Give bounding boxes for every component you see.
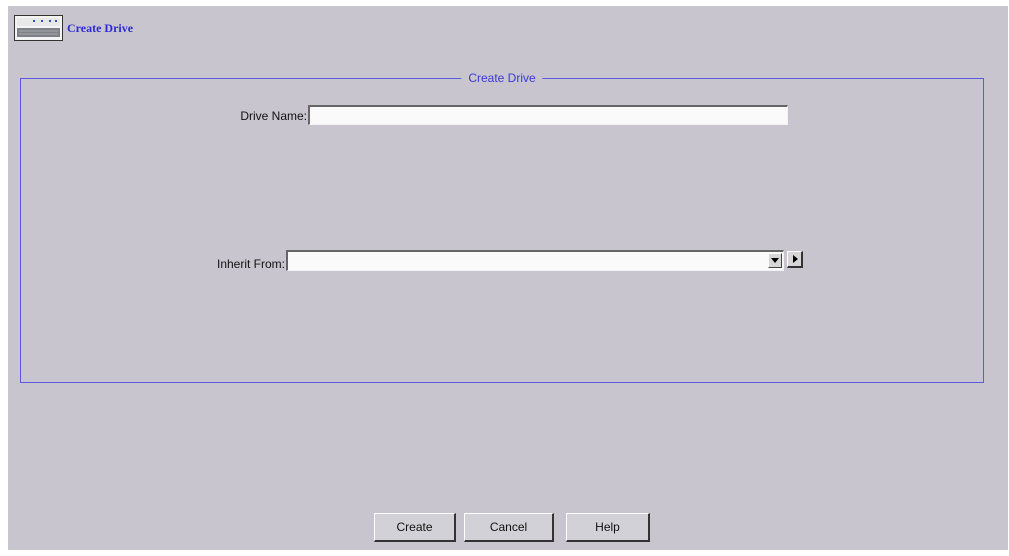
create-drive-fieldset: Create Drive Drive Name: Inherit From:: [20, 70, 984, 383]
chevron-down-icon[interactable]: [768, 253, 782, 268]
page-header: Create Drive: [14, 15, 133, 41]
create-button[interactable]: Create: [374, 513, 456, 542]
drive-name-label: Drive Name:: [240, 109, 307, 123]
drive-name-input[interactable]: [308, 105, 788, 125]
page-title: Create Drive: [67, 20, 134, 35]
help-button[interactable]: Help: [566, 513, 650, 542]
cancel-button[interactable]: Cancel: [464, 513, 554, 542]
inherit-from-label: Inherit From:: [216, 257, 285, 271]
fieldset-legend: Create Drive: [461, 70, 543, 86]
inherit-from-select[interactable]: [286, 250, 784, 271]
arrow-right-button[interactable]: [787, 251, 803, 268]
drive-icon: [14, 15, 63, 41]
